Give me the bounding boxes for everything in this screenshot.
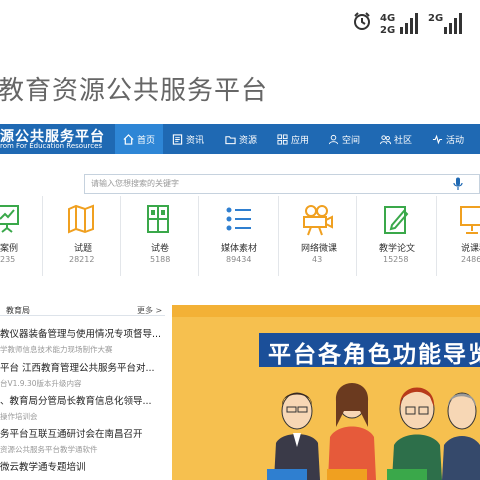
news-item-subtitle: 台V1.9.30版本升级内容: [0, 379, 82, 388]
news-divider: [0, 315, 165, 316]
banner-role-tab-3: [387, 469, 427, 480]
category-label: 媒体素材: [221, 244, 258, 254]
logo-subtitle: rom For Education Resources: [0, 142, 103, 150]
banner-title: 平台各角色功能导览: [268, 342, 480, 368]
monitor-icon: [460, 206, 480, 234]
network-label-2g-b: 2G: [428, 13, 443, 24]
top-nav-bar: 源公共服务平台 rom For Education Resources 首页 资…: [0, 124, 480, 154]
nav-label-resources: 资源: [239, 135, 258, 146]
category-microlessons[interactable]: 网络微课 43: [279, 196, 357, 276]
search-placeholder: 请输入您想搜索的关键字: [91, 179, 179, 188]
news-item-subtitle: 学教师信息技术能力现场制作大赛: [0, 345, 113, 354]
news-item-subtitle: 操作培训会: [0, 412, 38, 421]
news-item[interactable]: 平台 江西教育管理公共服务平台对... 台V1.9.30版本升级内容: [0, 360, 170, 389]
banner-role-tab-1: [267, 469, 307, 480]
person-figure-2: [328, 383, 376, 480]
news-item-title: 平台 江西教育管理公共服务平台对...: [0, 363, 155, 374]
activity-icon: [432, 134, 443, 144]
nav-item-apps[interactable]: 应用: [277, 124, 309, 154]
person-icon: [328, 134, 339, 144]
category-count: 5188: [150, 255, 171, 264]
community-icon: [380, 134, 391, 144]
cabinet-icon: [147, 205, 169, 233]
nav-item-resources[interactable]: 资源: [225, 124, 257, 154]
banner-top-stripe: [172, 305, 480, 317]
category-label: 网络微课: [301, 244, 338, 254]
network-label-4g: 4G: [380, 13, 395, 24]
news-item[interactable]: 务平台互联互通研讨会在南昌召开 资源公共服务平台教学通软件: [0, 426, 170, 455]
news-item[interactable]: 教仪器装备管理与使用情况专项督导... 学教师信息技术能力现场制作大赛: [0, 326, 170, 355]
nav-label-activity: 活动: [446, 135, 465, 146]
category-label: 说课稿: [461, 244, 480, 254]
nav-label-home: 首页: [137, 135, 156, 146]
category-count: 2486: [461, 255, 480, 264]
list-icon: [226, 207, 251, 231]
category-papers-teaching[interactable]: 教学论文 15258: [357, 196, 437, 276]
category-label: 案例: [0, 244, 19, 254]
news-item-title: 教仪器装备管理与使用情况专项督导...: [0, 329, 162, 340]
category-papers[interactable]: 试卷 5188: [121, 196, 199, 276]
presentation-board-icon: [0, 205, 19, 233]
signal-2g-icon: 2G: [428, 13, 462, 34]
nav-item-news[interactable]: 资讯: [172, 124, 204, 154]
alarm-clock-icon: [354, 12, 370, 30]
nav-label-apps: 应用: [291, 135, 310, 146]
person-figure-3: [392, 387, 442, 480]
feature-banner[interactable]: 平台各角色功能导览: [172, 305, 480, 480]
search-input[interactable]: 请输入您想搜索的关键字: [84, 174, 480, 194]
site-logo[interactable]: 源公共服务平台 rom For Education Resources: [0, 124, 110, 154]
category-count: 235: [0, 255, 16, 264]
category-cases[interactable]: 案例 235: [0, 196, 43, 276]
category-questions[interactable]: 试题 28212: [43, 196, 121, 276]
video-camera-icon: [303, 205, 333, 236]
news-item-title: 微云教学通专题培训: [0, 462, 86, 473]
person-figure-4: [442, 392, 480, 480]
news-item-title: 、教育局分管局长教育信息化领导...: [0, 396, 152, 407]
category-count: 15258: [383, 255, 409, 264]
folder-icon: [225, 135, 236, 144]
nav-label-community: 社区: [394, 135, 413, 146]
signal-4g-icon: 4G 2G: [380, 13, 418, 36]
news-item-subtitle: 资源公共服务平台教学通软件: [0, 445, 98, 454]
nav-label-space: 空间: [342, 135, 361, 146]
edit-document-icon: [384, 206, 409, 234]
nav-item-home[interactable]: 首页: [115, 124, 164, 154]
nav-item-activity[interactable]: 活动: [432, 124, 464, 154]
news-item[interactable]: 、教育局分管局长教育信息化领导... 操作培训会: [0, 393, 170, 422]
home-icon: [123, 133, 134, 145]
person-figure-1: [274, 392, 320, 480]
news-icon: [172, 133, 183, 145]
nav-item-space[interactable]: 空间: [328, 124, 360, 154]
status-bar: 4G 2G 2G: [0, 0, 480, 50]
category-label: 教学论文: [379, 244, 416, 254]
resource-categories: 案例 235 试题 28212 试卷 5188 媒体素材 89434 网络微课 …: [0, 196, 480, 276]
category-lecture-drafts[interactable]: 说课稿 2486: [437, 196, 480, 276]
news-item-title: 务平台互联互通研讨会在南昌召开: [0, 429, 143, 440]
category-label: 试卷: [151, 244, 170, 254]
nav-label-news: 资讯: [186, 135, 205, 146]
category-media[interactable]: 媒体素材 89434: [199, 196, 279, 276]
screen: 4G 2G 2G 教育资源公共服务平台 源公共服务平台 rom For Educ…: [0, 0, 480, 480]
page-title: 教育资源公共服务平台: [0, 76, 269, 106]
map-icon: [68, 204, 94, 234]
category-label: 试题: [74, 244, 93, 254]
banner-role-tab-2: [327, 469, 367, 480]
category-count: 89434: [226, 255, 252, 264]
news-item[interactable]: 微云教学通专题培训: [0, 459, 170, 473]
nav-item-community[interactable]: 社区: [380, 124, 412, 154]
microphone-icon[interactable]: [453, 177, 463, 191]
banner-illustration: [267, 383, 480, 480]
network-label-2g-a: 2G: [380, 25, 395, 36]
category-count: 28212: [69, 255, 95, 264]
category-count: 43: [312, 255, 323, 264]
apps-icon: [277, 133, 288, 145]
